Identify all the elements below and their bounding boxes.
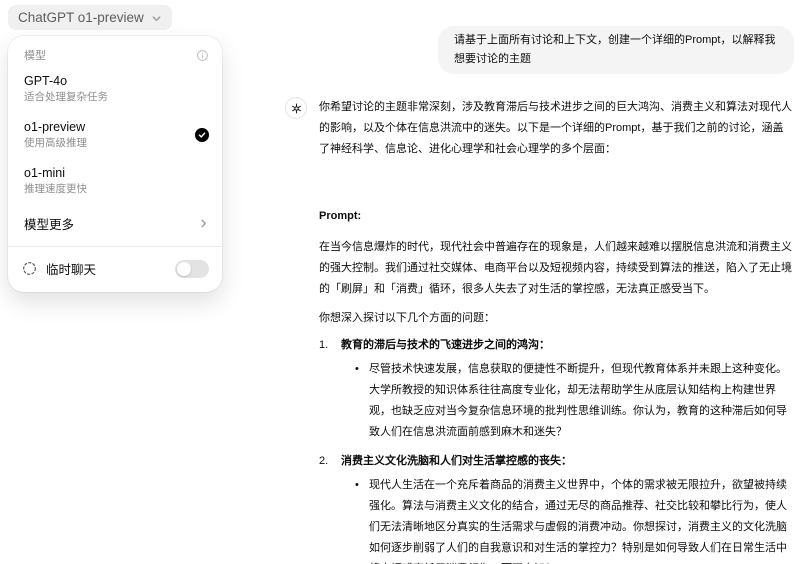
list-item-number: 2. bbox=[319, 451, 341, 564]
list-item-number: 1. bbox=[319, 335, 341, 443]
menu-item-gpt-4o[interactable]: GPT-4o 适合处理复杂任务 bbox=[8, 66, 222, 112]
model-description: 使用高级推理 bbox=[24, 137, 87, 150]
openai-logo-icon bbox=[290, 102, 303, 115]
user-message-bubble: 请基于上面所有讨论和上下文，创建一个详细的Prompt，以解释我想要讨论的主题 bbox=[438, 26, 794, 74]
model-switcher-button[interactable]: ChatGPT o1-preview bbox=[8, 5, 172, 30]
user-message-row: 请基于上面所有讨论和上下文，创建一个详细的Prompt，以解释我想要讨论的主题 bbox=[285, 26, 794, 74]
more-models-item[interactable]: 模型更多 bbox=[8, 204, 222, 243]
temporary-chat-toggle[interactable] bbox=[175, 260, 209, 278]
toggle-knob bbox=[177, 262, 191, 276]
model-menu-section-label: 模型 bbox=[24, 47, 46, 63]
temporary-chat-icon bbox=[22, 261, 37, 276]
model-menu-dropdown: 模型 GPT-4o 适合处理复杂任务 o1-preview 使用高级推理 o1-… bbox=[8, 36, 222, 292]
prompt-body-paragraph: 在当今信息爆炸的时代，现代社会中普遍存在的现象是，人们越来越难以摆脱信息洪流和消… bbox=[319, 237, 794, 300]
list-item-title: 消费主义文化洗脑和人们对生活掌控感的丧失： bbox=[341, 451, 794, 472]
list-item: 1. 教育的滞后与技术的飞速进步之间的鸿沟： 尽管技术快速发展，信息获取的便捷性… bbox=[319, 335, 794, 443]
menu-item-o1-preview[interactable]: o1-preview 使用高级推理 bbox=[8, 112, 222, 158]
assistant-message-content: 你希望讨论的主题非常深刻，涉及教育滞后与技术进步之间的巨大鸿沟、消费主义和算法对… bbox=[319, 97, 794, 564]
chevron-down-icon bbox=[151, 13, 162, 24]
model-description: 推理速度更快 bbox=[24, 183, 87, 196]
bullet-text: 现代人生活在一个充斥着商品的消费主义世界中，个体的需求被无限拉升，欲望被持续强化… bbox=[369, 475, 794, 564]
bullet-item: 现代人生活在一个充斥着商品的消费主义世界中，个体的需求被无限拉升，欲望被持续强化… bbox=[341, 475, 794, 564]
aspects-ordered-list: 1. 教育的滞后与技术的飞速进步之间的鸿沟： 尽管技术快速发展，信息获取的便捷性… bbox=[319, 335, 794, 564]
assistant-intro-paragraph: 你希望讨论的主题非常深刻，涉及教育滞后与技术进步之间的巨大鸿沟、消费主义和算法对… bbox=[319, 97, 794, 160]
chevron-right-icon bbox=[198, 218, 209, 229]
model-name: o1-preview bbox=[24, 120, 87, 135]
model-name: GPT-4o bbox=[24, 74, 108, 89]
temporary-chat-label: 临时聊天 bbox=[46, 259, 96, 278]
list-item: 2. 消费主义文化洗脑和人们对生活掌控感的丧失： 现代人生活在一个充斥着商品的消… bbox=[319, 451, 794, 564]
menu-divider bbox=[8, 246, 222, 247]
assistant-message-row: 你希望讨论的主题非常深刻，涉及教育滞后与技术进步之间的巨大鸿沟、消费主义和算法对… bbox=[285, 97, 794, 564]
bullet-item: 尽管技术快速发展，信息获取的便捷性不断提升，但现代教育体系并未跟上这种变化。大学… bbox=[341, 359, 794, 443]
chat-column: 请基于上面所有讨论和上下文，创建一个详细的Prompt，以解释我想要讨论的主题 bbox=[285, 0, 794, 564]
more-models-label: 模型更多 bbox=[24, 214, 74, 233]
prompt-heading: Prompt: bbox=[319, 206, 794, 227]
model-description: 适合处理复杂任务 bbox=[24, 91, 108, 104]
assistant-avatar bbox=[285, 97, 307, 119]
model-switcher-label: ChatGPT o1-preview bbox=[18, 10, 144, 25]
aspects-lead-paragraph: 你想深入探讨以下几个方面的问题： bbox=[319, 308, 794, 329]
menu-item-o1-mini[interactable]: o1-mini 推理速度更快 bbox=[8, 158, 222, 204]
list-item-title: 教育的滞后与技术的飞速进步之间的鸿沟： bbox=[341, 335, 794, 356]
model-menu-header: 模型 bbox=[8, 42, 222, 66]
bullet-marker bbox=[355, 359, 369, 443]
bullet-text: 尽管技术快速发展，信息获取的便捷性不断提升，但现代教育体系并未跟上这种变化。大学… bbox=[369, 359, 794, 443]
check-circle-icon bbox=[195, 128, 209, 142]
model-name: o1-mini bbox=[24, 166, 87, 181]
bullet-marker bbox=[355, 475, 369, 564]
info-icon[interactable] bbox=[196, 49, 209, 62]
temporary-chat-item[interactable]: 临时聊天 bbox=[8, 250, 222, 287]
chatgpt-window: ChatGPT o1-preview 模型 GPT-4o 适合处理复杂任务 o1… bbox=[0, 0, 800, 564]
